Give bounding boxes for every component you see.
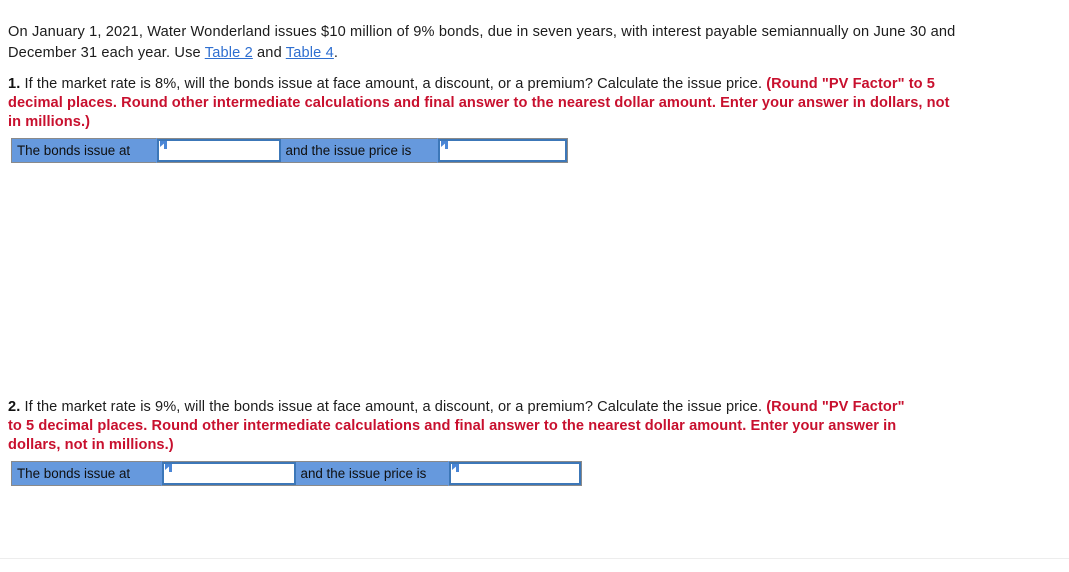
bonds-issue-at-input-1[interactable]	[157, 139, 281, 162]
worksheet-page: On January 1, 2021, Water Wonderland iss…	[0, 0, 1069, 572]
question-2-body: If the market rate is 9%, will the bonds…	[20, 398, 767, 415]
problem-statement-text-2: .	[333, 44, 339, 61]
issue-price-label-2: and the issue price is	[295, 461, 449, 486]
input-wrapper	[449, 462, 581, 485]
bonds-issue-at-label-2: The bonds issue at	[11, 461, 162, 486]
table-2-link[interactable]: Table 2	[205, 45, 253, 61]
answer-table-1: The bonds issue at and the issue price i…	[11, 138, 568, 163]
problem-statement: On January 1, 2021, Water Wonderland iss…	[8, 22, 968, 64]
table-4-link[interactable]: Table 4	[286, 45, 334, 61]
bottom-divider	[0, 558, 1069, 559]
bonds-issue-at-label-1: The bonds issue at	[11, 138, 157, 163]
bonds-issue-at-cell-2	[161, 461, 296, 486]
answer-table-2: The bonds issue at and the issue price i…	[11, 461, 582, 486]
issue-price-label-1: and the issue price is	[280, 138, 438, 163]
input-wrapper	[438, 139, 567, 162]
problem-statement-text-1: On January 1, 2021, Water Wonderland iss…	[8, 23, 956, 61]
bonds-issue-at-cell-1	[156, 138, 281, 163]
question-2-number: 2.	[8, 398, 21, 415]
question-1-body: If the market rate is 8%, will the bonds…	[20, 75, 767, 92]
input-wrapper	[162, 462, 296, 485]
input-wrapper	[157, 139, 281, 162]
question-1: 1. If the market rate is 8%, will the bo…	[8, 75, 953, 133]
bonds-issue-at-input-2[interactable]	[162, 462, 296, 485]
issue-price-input-2[interactable]	[449, 462, 581, 485]
issue-price-cell-2	[448, 461, 582, 486]
issue-price-cell-1	[437, 138, 568, 163]
table-row: The bonds issue at and the issue price i…	[11, 138, 568, 163]
issue-price-input-1[interactable]	[438, 139, 567, 162]
table-row: The bonds issue at and the issue price i…	[11, 461, 582, 486]
question-2: 2. If the market rate is 9%, will the bo…	[8, 398, 911, 456]
problem-statement-conjunction: and	[252, 44, 286, 61]
question-1-number: 1.	[8, 75, 21, 92]
